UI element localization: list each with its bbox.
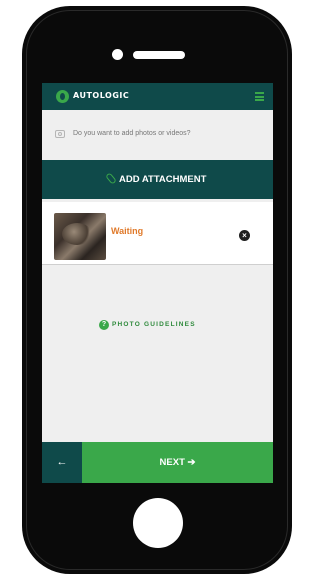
paperclip-icon [105, 172, 117, 185]
attachment-item: Waiting × [42, 202, 273, 265]
home-button[interactable] [133, 498, 183, 548]
back-button[interactable]: ← [42, 442, 82, 483]
help-icon: ? [99, 319, 109, 330]
media-prompt: Do you want to add photos or videos? [42, 110, 273, 160]
next-button[interactable]: NEXT ➔ [82, 442, 273, 483]
add-attachment-label: ADD ATTACHMENT [119, 174, 207, 185]
app-header: AUTOLOGIC [42, 83, 273, 110]
remove-icon[interactable]: × [239, 230, 250, 241]
attachment-status: Waiting [111, 226, 144, 236]
earpiece-speaker [133, 51, 185, 59]
attachment-thumbnail[interactable] [54, 213, 106, 260]
photo-guidelines-label: PHOTO GUIDELINES [112, 321, 196, 329]
front-camera [112, 49, 123, 60]
app-screen: AUTOLOGIC Do you want to add photos or v… [42, 83, 273, 483]
logo-icon [56, 90, 69, 103]
camera-icon [55, 130, 65, 138]
menu-icon[interactable] [255, 92, 264, 101]
logo-text: AUTOLOGIC [73, 91, 130, 100]
prompt-text: Do you want to add photos or videos? [73, 130, 191, 137]
photo-guidelines-link[interactable]: ? PHOTO GUIDELINES [99, 316, 196, 334]
back-arrow-icon: ← [56, 456, 68, 468]
add-attachment-button[interactable]: ADD ATTACHMENT [42, 160, 273, 199]
next-label: NEXT ➔ [159, 457, 196, 468]
